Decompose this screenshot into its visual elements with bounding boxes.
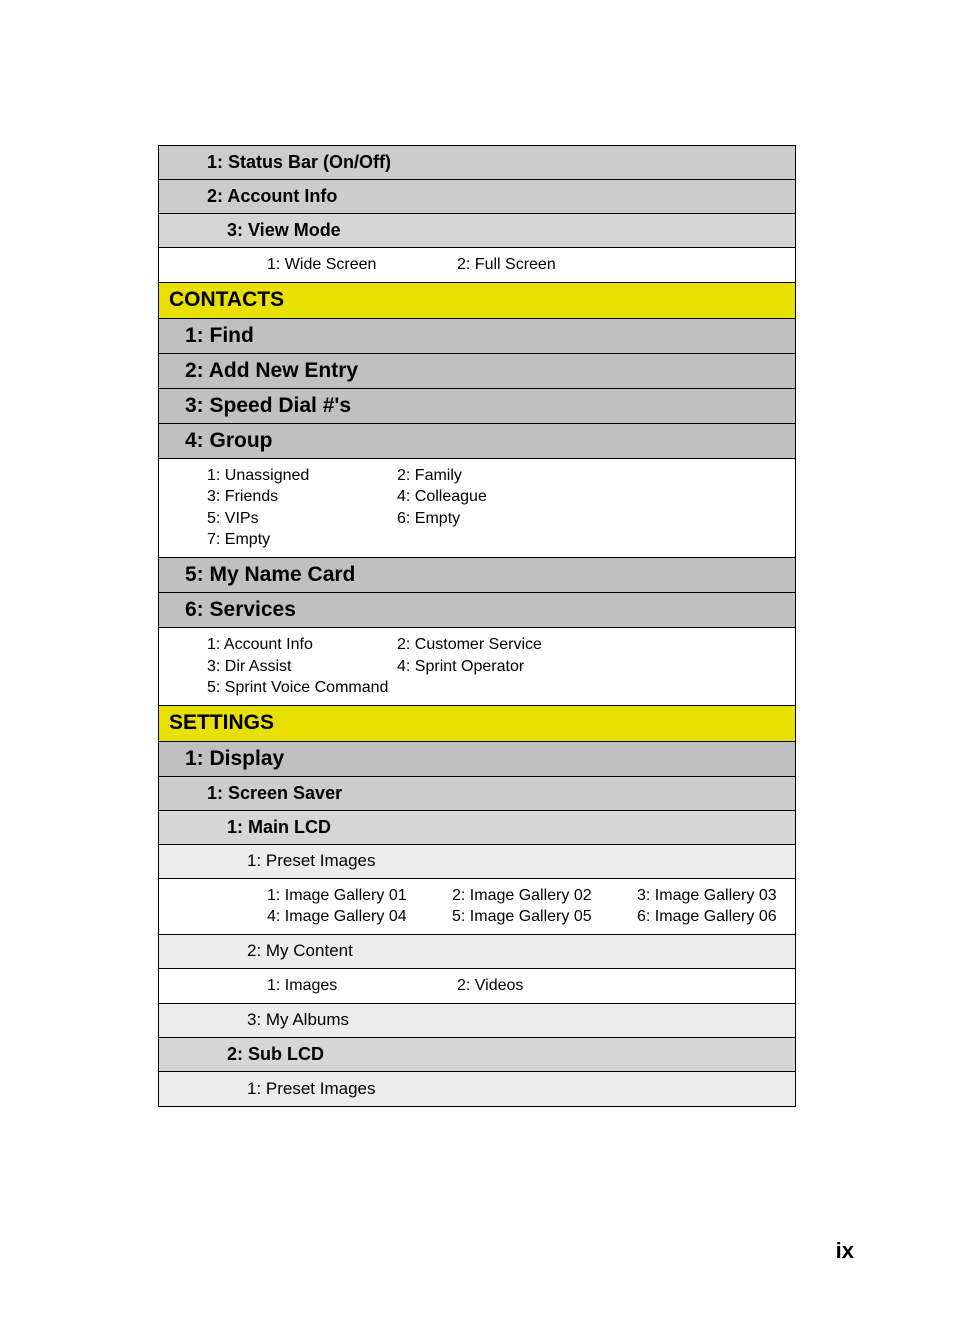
- list-item: 6: Empty: [397, 508, 587, 530]
- label: 2: Add New Entry: [185, 359, 358, 383]
- list-item: 2: Family: [397, 465, 587, 487]
- list-item: 2: Videos: [457, 975, 647, 997]
- list-col: 1: Image Gallery 01 4: Image Gallery 04: [267, 885, 452, 928]
- list-item: 4: Image Gallery 04: [267, 906, 452, 928]
- list-col: 3: Image Gallery 03 6: Image Gallery 06: [637, 885, 822, 928]
- list-item: 1: Unassigned: [207, 465, 397, 487]
- label: 1: Preset Images: [247, 851, 376, 871]
- label: 2: Sub LCD: [227, 1044, 324, 1065]
- list-col: 2: Customer Service 4: Sprint Operator: [397, 634, 587, 699]
- list-item: 5: Image Gallery 05: [452, 906, 637, 928]
- menu-item-services: 6: Services: [159, 593, 795, 628]
- list-item: 1: Wide Screen: [267, 254, 457, 276]
- list-item: 5: Sprint Voice Command: [207, 677, 397, 699]
- menu-item-screen-saver: 1: Screen Saver: [159, 777, 795, 811]
- list-item: 1: Images: [267, 975, 457, 997]
- label: SETTINGS: [169, 711, 274, 735]
- label: 1: Display: [185, 747, 284, 771]
- section-settings: SETTINGS: [159, 706, 795, 742]
- list-col: 1: Account Info 3: Dir Assist 5: Sprint …: [207, 634, 397, 699]
- menu-item-speed-dial: 3: Speed Dial #'s: [159, 389, 795, 424]
- menu-item-main-lcd: 1: Main LCD: [159, 811, 795, 845]
- list-item: 6: Image Gallery 06: [637, 906, 822, 928]
- label: 3: My Albums: [247, 1010, 349, 1030]
- list-col: 1: Unassigned 3: Friends 5: VIPs 7: Empt…: [207, 465, 397, 551]
- label: 5: My Name Card: [185, 563, 355, 587]
- menu-item-my-albums: 3: My Albums: [159, 1004, 795, 1038]
- list-item: 3: Friends: [207, 486, 397, 508]
- list-item: 5: VIPs: [207, 508, 397, 530]
- list-item: 3: Dir Assist: [207, 656, 397, 678]
- menu-item-account-info: 2: Account Info: [159, 180, 795, 214]
- list-item: 1: Account Info: [207, 634, 397, 656]
- list-item: 2: Customer Service: [397, 634, 587, 656]
- label: 1: Preset Images: [247, 1079, 376, 1099]
- label: 1: Main LCD: [227, 817, 331, 838]
- label: CONTACTS: [169, 288, 284, 312]
- menu-item-status-bar: 1: Status Bar (On/Off): [159, 146, 795, 180]
- view-mode-options: 1: Wide Screen 2: Full Screen: [159, 248, 795, 283]
- menu-item-preset-images-2: 1: Preset Images: [159, 1072, 795, 1106]
- page-number: ix: [836, 1238, 854, 1264]
- label: 1: Status Bar (On/Off): [207, 152, 391, 173]
- menu-item-sub-lcd: 2: Sub LCD: [159, 1038, 795, 1072]
- gallery-options: 1: Image Gallery 01 4: Image Gallery 04 …: [159, 879, 795, 935]
- section-contacts: CONTACTS: [159, 283, 795, 319]
- menu-tree-table: 1: Status Bar (On/Off) 2: Account Info 3…: [158, 145, 796, 1107]
- menu-item-add-new-entry: 2: Add New Entry: [159, 354, 795, 389]
- label: 4: Group: [185, 429, 273, 453]
- label: 1: Screen Saver: [207, 783, 342, 804]
- list-item: 3: Image Gallery 03: [637, 885, 822, 907]
- list-item: 4: Sprint Operator: [397, 656, 587, 678]
- menu-item-view-mode: 3: View Mode: [159, 214, 795, 248]
- menu-item-group: 4: Group: [159, 424, 795, 459]
- label: 3: Speed Dial #'s: [185, 394, 351, 418]
- menu-item-preset-images: 1: Preset Images: [159, 845, 795, 879]
- list-item: 4: Colleague: [397, 486, 587, 508]
- group-options: 1: Unassigned 3: Friends 5: VIPs 7: Empt…: [159, 459, 795, 558]
- list-col: 2: Image Gallery 02 5: Image Gallery 05: [452, 885, 637, 928]
- label: 2: Account Info: [207, 186, 337, 207]
- menu-item-my-content: 2: My Content: [159, 935, 795, 969]
- label: 6: Services: [185, 598, 296, 622]
- services-options: 1: Account Info 3: Dir Assist 5: Sprint …: [159, 628, 795, 706]
- menu-item-find: 1: Find: [159, 319, 795, 354]
- list-item: 1: Image Gallery 01: [267, 885, 452, 907]
- label: 2: My Content: [247, 941, 353, 961]
- label: 3: View Mode: [227, 220, 341, 241]
- menu-item-my-name-card: 5: My Name Card: [159, 558, 795, 593]
- list-item: 2: Image Gallery 02: [452, 885, 637, 907]
- list-col: 2: Family 4: Colleague 6: Empty: [397, 465, 587, 551]
- list-item: 7: Empty: [207, 529, 397, 551]
- list-item: 2: Full Screen: [457, 254, 647, 276]
- label: 1: Find: [185, 324, 254, 348]
- document-page: 1: Status Bar (On/Off) 2: Account Info 3…: [0, 0, 954, 1107]
- my-content-options: 1: Images 2: Videos: [159, 969, 795, 1004]
- menu-item-display: 1: Display: [159, 742, 795, 777]
